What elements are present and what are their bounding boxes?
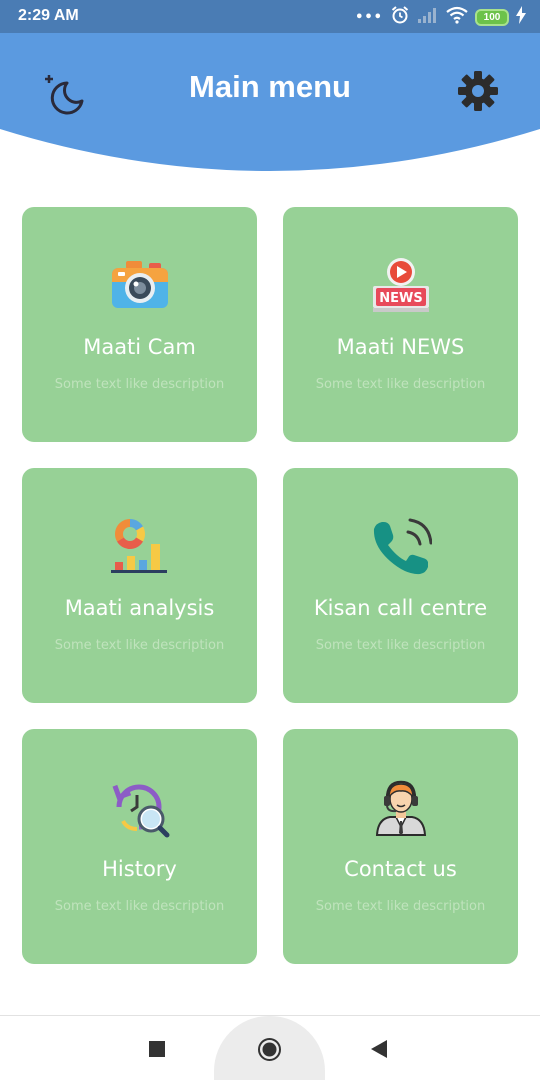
card-title: Maati NEWS [336,335,465,359]
battery-icon: 100 [475,8,509,26]
history-icon [109,777,171,839]
news-icon-text: NEWS [379,291,422,306]
card-title: Kisan call centre [313,596,488,620]
support-agent-icon [370,777,432,839]
news-icon: NEWS [370,255,432,317]
card-description: Some text like description [315,899,486,914]
alarm-icon [390,5,410,29]
wifi-icon [446,6,468,28]
status-time: 2:29 AM [18,7,79,24]
card-description: Some text like description [315,377,486,392]
card-maati-news[interactable]: NEWS Maati NEWS Some text like descripti… [283,207,518,442]
header: Main menu [0,33,540,173]
back-triangle-icon [370,1040,388,1063]
camera-icon [109,255,171,317]
home-circle-icon [257,1038,282,1066]
card-description: Some text like description [54,377,225,392]
more-notifications-dots: ••• [355,9,383,25]
card-title: Contact us [344,857,457,881]
status-icons: ••• 100 [355,5,526,29]
back-button[interactable] [370,1039,388,1063]
settings-button[interactable] [456,69,500,113]
status-bar: 2:29 AM ••• 100 [0,0,540,33]
card-maati-cam[interactable]: Maati Cam Some text like description [22,207,257,442]
card-description: Some text like description [54,899,225,914]
charging-icon [516,6,526,28]
card-title: Maati Cam [83,335,196,359]
card-contact-us[interactable]: Contact us Some text like description [283,729,518,964]
card-history[interactable]: History Some text like description [22,729,257,964]
card-description: Some text like description [315,638,486,653]
recents-button[interactable] [148,1040,166,1062]
menu-grid: Maati Cam Some text like description NEW… [22,207,518,964]
recents-square-icon [148,1041,166,1062]
system-navigation-bar [0,1015,540,1080]
card-description: Some text like description [54,638,225,653]
analysis-chart-icon [109,516,171,578]
signal-icon [417,6,439,28]
card-maati-analysis[interactable]: Maati analysis Some text like descriptio… [22,468,257,703]
card-title: History [102,857,177,881]
home-button[interactable] [257,1037,282,1066]
gear-icon [456,71,500,117]
phone-call-icon [370,516,433,578]
card-kisan-call-centre[interactable]: Kisan call centre Some text like descrip… [283,468,518,703]
card-title: Maati analysis [64,596,215,620]
